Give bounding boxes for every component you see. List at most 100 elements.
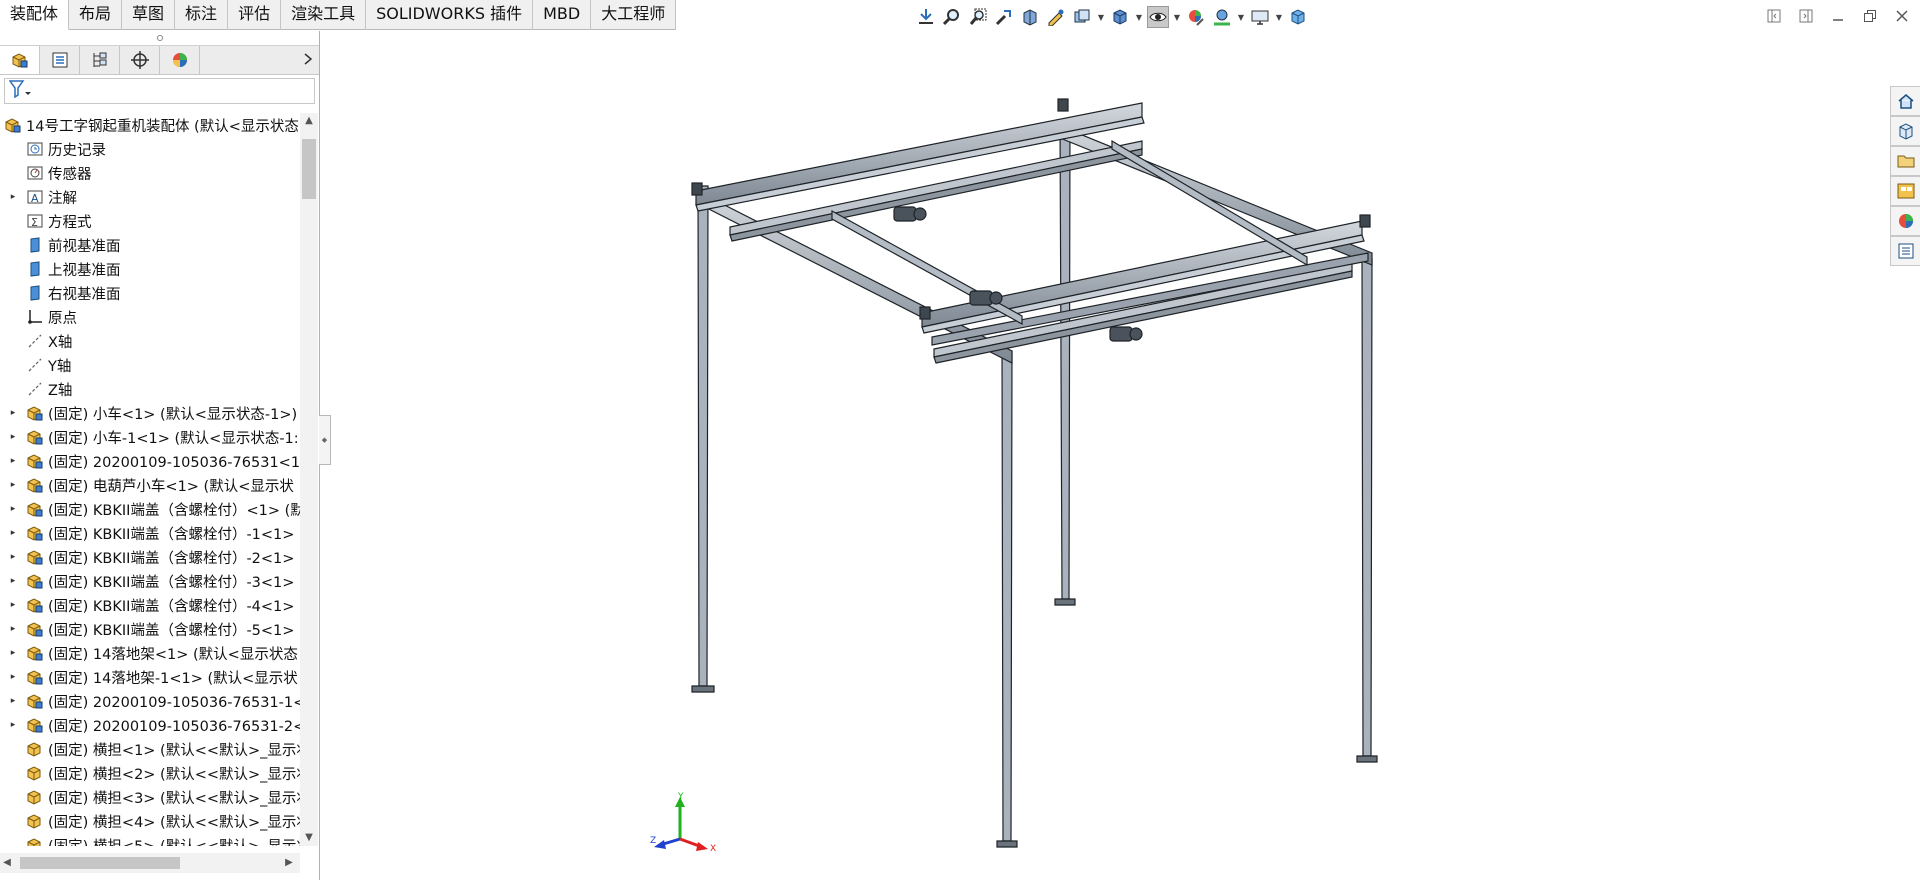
expand-arrow-icon[interactable]: ▸ [0, 569, 26, 593]
tree-item[interactable]: Y轴 [0, 353, 300, 377]
tree-item[interactable]: ▸ (固定) KBKII端盖（含螺栓付）<1> (默 [0, 497, 300, 521]
expand-arrow-icon[interactable]: ▸ [0, 449, 26, 473]
tree-item[interactable]: (固定) 横担<2> (默认<<默认>_显示状 [0, 761, 300, 785]
configurationmanager-tab[interactable] [80, 46, 120, 74]
tree-item[interactable]: 传感器 [0, 161, 300, 185]
edit-appearance-icon[interactable] [1185, 6, 1207, 28]
expand-arrow-icon[interactable]: ▸ [0, 185, 26, 209]
scroll-up-arrow[interactable]: ▲ [300, 113, 318, 129]
scroll-right-arrow[interactable]: ▶ [282, 855, 296, 871]
expand-arrow-icon[interactable]: ▸ [0, 665, 26, 689]
tree-item[interactable]: ▸ (固定) 小车-1<1> (默认<显示状态-1: [0, 425, 300, 449]
zoom-to-fit-icon[interactable] [941, 6, 963, 28]
close-icon[interactable] [1892, 6, 1912, 26]
tile-left-icon[interactable] [1764, 6, 1784, 26]
displaymanager-tab[interactable] [160, 46, 200, 74]
tree-item[interactable]: ▸ (固定) 电葫芦小车<1> (默认<显示状 [0, 473, 300, 497]
tree-vertical-scrollbar[interactable]: ▲ ▼ [300, 113, 318, 846]
tab-4[interactable]: 评估 [228, 0, 282, 30]
tree-item[interactable]: (固定) 横担<3> (默认<<默认>_显示状 [0, 785, 300, 809]
tree-item[interactable]: ▸ A 注解 [0, 185, 300, 209]
scroll-thumb[interactable] [302, 139, 316, 199]
expand-arrow-icon[interactable]: ▸ [0, 545, 26, 569]
section-view-icon[interactable] [1019, 6, 1041, 28]
tree-filter[interactable] [4, 78, 315, 104]
tree-item[interactable]: 上视基准面 [0, 257, 300, 281]
tree-item[interactable]: ▸ (固定) 20200109-105036-76531-2< [0, 713, 300, 737]
expand-arrow-icon[interactable]: ▸ [0, 713, 26, 737]
tab-2[interactable]: 草图 [122, 0, 176, 30]
tree-item[interactable]: ▸ (固定) KBKII端盖（含螺栓付）-2<1> [0, 545, 300, 569]
tree-item[interactable]: 原点 [0, 305, 300, 329]
panel-grip[interactable] [0, 31, 319, 45]
graphics-area[interactable]: Y X Z [322, 31, 1884, 880]
tree-item[interactable]: ▸ (固定) KBKII端盖（含螺栓付）-4<1> [0, 593, 300, 617]
expand-arrow-icon[interactable]: ▸ [0, 401, 26, 425]
expand-arrow-icon[interactable]: ▸ [0, 641, 26, 665]
tree-item[interactable]: Σ 方程式 [0, 209, 300, 233]
view-orientation-dropdown-icon[interactable] [1071, 6, 1093, 28]
tree-item[interactable]: (固定) 横担<5> (默认<<默认>_显示状 [0, 833, 300, 846]
tab-5[interactable]: 渲染工具 [281, 0, 367, 30]
hide-show-items-icon[interactable] [1147, 6, 1169, 28]
previous-view-icon[interactable] [993, 6, 1015, 28]
chevron-down-icon[interactable]: ▼ [1173, 6, 1181, 28]
expand-arrow-icon[interactable]: ▸ [0, 689, 26, 713]
tree-item[interactable]: ▸ (固定) 20200109-105036-76531<1 [0, 449, 300, 473]
expand-arrow-icon[interactable]: ▸ [0, 593, 26, 617]
tree-horizontal-scrollbar[interactable]: ◀ ▶ [0, 853, 300, 873]
propertymanager-tab[interactable] [40, 46, 80, 74]
tree-item[interactable]: (固定) 横担<1> (默认<<默认>_显示状 [0, 737, 300, 761]
tree-item[interactable]: 右视基准面 [0, 281, 300, 305]
chevron-down-icon[interactable]: ▼ [1275, 6, 1283, 28]
tree-item[interactable]: ▸ (固定) 14落地架-1<1> (默认<显示状 [0, 665, 300, 689]
restore-icon[interactable] [1860, 6, 1880, 26]
tree-item[interactable]: 历史记录 [0, 137, 300, 161]
tree-item[interactable]: ▸ (固定) 14落地架<1> (默认<显示状态 [0, 641, 300, 665]
tab-0[interactable]: 装配体 [0, 0, 70, 30]
scroll-down-arrow[interactable]: ▼ [300, 830, 318, 846]
chevron-down-icon[interactable]: ▼ [1237, 6, 1245, 28]
tab-3[interactable]: 标注 [175, 0, 229, 30]
tab-8[interactable]: 大工程师 [591, 0, 677, 30]
scroll-left-arrow[interactable]: ◀ [0, 855, 14, 871]
tree-item[interactable]: X轴 [0, 329, 300, 353]
display-style-icon[interactable] [1109, 6, 1131, 28]
appearances-icon[interactable] [1890, 206, 1920, 236]
file-explorer-icon[interactable] [1890, 146, 1920, 176]
dimxpertmanager-tab[interactable] [120, 46, 160, 74]
view-palette-icon[interactable] [1890, 176, 1920, 206]
chevron-down-icon[interactable]: ▼ [1135, 6, 1143, 28]
tree-item[interactable]: 前视基准面 [0, 233, 300, 257]
tab-7[interactable]: MBD [533, 0, 592, 30]
tree-item[interactable]: ▸ (固定) KBKII端盖（含螺栓付）-1<1> [0, 521, 300, 545]
featuremanager-tab[interactable] [0, 46, 40, 74]
custom-properties-icon[interactable] [1890, 236, 1920, 266]
view-settings-icon[interactable] [1249, 6, 1271, 28]
tree-item[interactable]: ▸ (固定) 20200109-105036-76531-1< [0, 689, 300, 713]
chevron-down-icon[interactable]: ▼ [1097, 6, 1105, 28]
tree-item[interactable]: ▸ (固定) KBKII端盖（含螺栓付）-5<1> [0, 617, 300, 641]
expand-arrow-icon[interactable]: ▸ [0, 473, 26, 497]
expand-arrow-icon[interactable]: ▸ [0, 497, 26, 521]
tree-root[interactable]: 14号工字钢起重机装配体 (默认<显示状态 [0, 113, 300, 137]
tab-6[interactable]: SOLIDWORKS 插件 [366, 0, 534, 30]
dynamic-annotation-view-icon[interactable] [1045, 6, 1067, 28]
chevron-right-icon[interactable] [297, 51, 319, 69]
expand-arrow-icon[interactable]: ▸ [0, 617, 26, 641]
3d-view-icon[interactable] [1287, 6, 1309, 28]
tree-item[interactable]: ▸ (固定) 小车<1> (默认<显示状态-1>) [0, 401, 300, 425]
tree-item[interactable]: Z轴 [0, 377, 300, 401]
zoom-to-area-icon[interactable] [967, 6, 989, 28]
minimize-icon[interactable] [1828, 6, 1848, 26]
scroll-thumb[interactable] [20, 857, 180, 869]
tree-item[interactable]: ▸ (固定) KBKII端盖（含螺栓付）-3<1> [0, 569, 300, 593]
view-orientation-icon[interactable] [915, 6, 937, 28]
tile-right-icon[interactable] [1796, 6, 1816, 26]
crane-model[interactable] [322, 31, 1884, 880]
apply-scene-icon[interactable] [1211, 6, 1233, 28]
tab-1[interactable]: 布局 [69, 0, 123, 30]
expand-arrow-icon[interactable]: ▸ [0, 521, 26, 545]
design-library-icon[interactable] [1890, 116, 1920, 146]
expand-arrow-icon[interactable]: ▸ [0, 425, 26, 449]
